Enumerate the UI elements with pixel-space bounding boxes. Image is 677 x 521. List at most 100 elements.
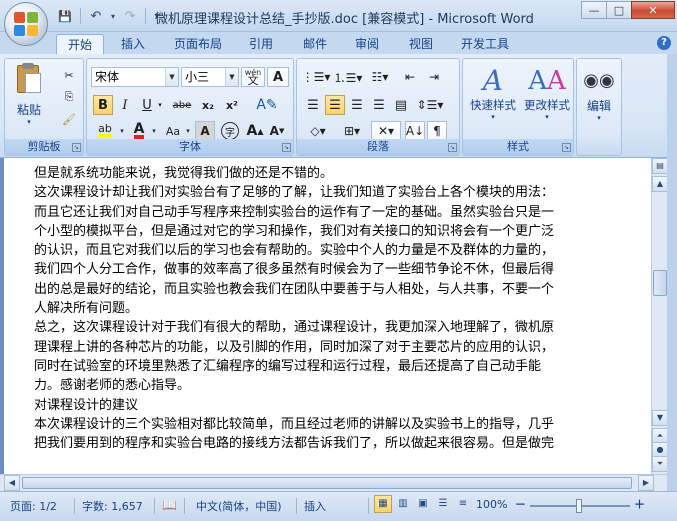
chevron-down-icon[interactable]: ▾	[521, 113, 573, 121]
ruler-toggle-icon[interactable]: ▤	[652, 158, 668, 174]
horizontal-scrollbar[interactable]: ◀ ▶	[0, 474, 667, 491]
decrease-indent-icon[interactable]: ⇤	[399, 67, 421, 87]
quick-access-toolbar: 💾 ↶ ▾ ↷ ▾	[55, 6, 163, 26]
tab-mailings[interactable]: 邮件	[292, 34, 338, 54]
enclose-characters-icon: 字	[221, 122, 239, 140]
zoom-level[interactable]: 100%	[476, 498, 507, 511]
character-shading-button[interactable]: A	[195, 121, 215, 141]
change-case-button[interactable]: Aa	[161, 121, 185, 141]
print-layout-view-icon[interactable]: ▦	[374, 495, 392, 513]
vertical-scrollbar[interactable]: ▤ ▲ ▼ ⏶ ● ⏷	[651, 158, 668, 474]
next-page-icon[interactable]: ⏷	[652, 456, 668, 472]
help-icon[interactable]: ?	[657, 36, 671, 50]
close-button[interactable]: ✕	[631, 1, 675, 19]
chinese-layout-icon[interactable]: ✕▾	[371, 121, 401, 141]
align-right-icon[interactable]: ☰	[347, 95, 367, 115]
tab-insert[interactable]: 插入	[110, 34, 156, 54]
full-screen-reading-icon[interactable]: ▥	[394, 495, 412, 513]
tab-review[interactable]: 审阅	[344, 34, 390, 54]
change-case-dropdown-icon[interactable]: ▾	[183, 121, 193, 141]
proofing-icon[interactable]: 📖	[162, 498, 177, 512]
font-size-combo[interactable]: 小三 ▼	[181, 67, 239, 87]
redo-icon[interactable]: ↷	[120, 6, 140, 26]
subscript-button[interactable]: x₂	[197, 95, 219, 115]
line-spacing-icon[interactable]: ⇕☰▾	[415, 95, 445, 115]
scroll-down-icon[interactable]: ▼	[652, 410, 668, 426]
scroll-left-icon[interactable]: ◀	[4, 475, 20, 491]
paragraph-launcher-icon[interactable]: ↘	[448, 143, 457, 152]
align-center-icon[interactable]: ☰	[325, 95, 345, 115]
format-painter-icon[interactable]: 🖌	[59, 109, 79, 129]
multilevel-list-icon[interactable]: ☷▾	[365, 67, 395, 87]
bullets-icon[interactable]: ⋮☰▾	[301, 67, 331, 87]
chevron-down-icon[interactable]: ▾	[467, 113, 519, 121]
page-count[interactable]: 页面: 1/2	[10, 498, 57, 514]
scroll-right-icon[interactable]: ▶	[638, 475, 654, 491]
enclose-characters-button[interactable]: 字	[219, 121, 241, 141]
sort-icon[interactable]: A↓	[405, 121, 425, 141]
maximize-button[interactable]: □	[606, 1, 632, 19]
font-name-combo[interactable]: 宋体 ▼	[91, 67, 179, 87]
justify-icon[interactable]: ☰	[369, 95, 389, 115]
clipboard-launcher-icon[interactable]: ↘	[72, 143, 81, 152]
scroll-up-icon[interactable]: ▲	[652, 176, 668, 192]
copy-icon[interactable]: ⎘	[59, 87, 79, 107]
vertical-scroll-thumb[interactable]	[653, 270, 667, 296]
editing-button[interactable]: ◉◉ 编辑 ▾	[579, 65, 619, 122]
draft-view-icon[interactable]: ≡	[454, 495, 472, 513]
distributed-icon[interactable]: ▤	[391, 95, 411, 115]
borders-icon[interactable]: ⊞▾	[337, 121, 367, 141]
character-border-button[interactable]: A	[267, 67, 289, 87]
document-page[interactable]: 但是就系统功能来说，我觉得我们做的还是不错的。 这次课程设计却让我们对实验台有了…	[0, 158, 651, 474]
chevron-down-icon[interactable]: ▼	[165, 68, 178, 86]
quick-styles-button[interactable]: A 快速样式 ▾	[467, 65, 519, 122]
tab-references[interactable]: 引用	[238, 34, 284, 54]
highlight-dropdown-icon[interactable]: ▾	[117, 121, 127, 141]
strikethrough-button[interactable]: abe	[169, 95, 195, 115]
clear-formatting-icon[interactable]: A✎	[247, 95, 287, 115]
font-launcher-icon[interactable]: ↘	[282, 143, 291, 152]
undo-dropdown-icon[interactable]: ▾	[108, 6, 118, 26]
save-icon[interactable]: 💾	[55, 6, 75, 26]
grow-font-button[interactable]: A ▲	[245, 121, 265, 141]
word-count[interactable]: 字数: 1,657	[82, 498, 143, 514]
horizontal-scroll-thumb[interactable]	[22, 477, 632, 489]
web-layout-icon[interactable]: ▣	[414, 495, 432, 513]
paste-button[interactable]: 粘贴 ▾	[9, 63, 49, 126]
shading-icon[interactable]: ◇▾	[303, 121, 333, 141]
styles-launcher-icon[interactable]: ↘	[562, 143, 571, 152]
document-body[interactable]: 但是就系统功能来说，我觉得我们做的还是不错的。 这次课程设计却让我们对实验台有了…	[34, 164, 594, 453]
cut-icon[interactable]: ✂	[59, 65, 79, 85]
minimize-button[interactable]: —	[581, 1, 607, 19]
language-indicator[interactable]: 中文(简体，中国)	[196, 498, 282, 514]
zoom-out-button[interactable]: －	[515, 496, 526, 512]
undo-icon[interactable]: ↶	[86, 6, 106, 26]
outline-view-icon[interactable]: ☰	[434, 495, 452, 513]
zoom-slider-thumb[interactable]	[576, 499, 582, 513]
font-color-button[interactable]: A	[129, 121, 149, 141]
numbering-icon[interactable]: ⒈☰▾	[333, 67, 363, 87]
tab-home[interactable]: 开始	[56, 34, 105, 54]
underline-button[interactable]: U	[137, 95, 157, 115]
font-color-dropdown-icon[interactable]: ▾	[149, 121, 159, 141]
tab-developer[interactable]: 开发工具	[450, 34, 520, 54]
tab-view[interactable]: 视图	[398, 34, 444, 54]
italic-button[interactable]: I	[115, 95, 135, 115]
office-button[interactable]	[4, 2, 48, 46]
insert-mode[interactable]: 插入	[304, 498, 326, 514]
highlight-button[interactable]: ab	[93, 121, 117, 141]
superscript-button[interactable]: x²	[221, 95, 243, 115]
tab-page-layout[interactable]: 页面布局	[163, 34, 233, 54]
zoom-in-button[interactable]: ＋	[634, 496, 645, 512]
increase-indent-icon[interactable]: ⇥	[423, 67, 445, 87]
paste-dropdown-icon[interactable]: ▾	[9, 118, 49, 126]
change-styles-button[interactable]: AA 更改样式 ▾	[521, 65, 573, 121]
chevron-down-icon[interactable]: ▼	[225, 68, 238, 86]
bold-button[interactable]: B	[93, 95, 113, 115]
phonetic-guide-button[interactable]: wén 文	[241, 67, 265, 87]
underline-dropdown-icon[interactable]: ▾	[155, 95, 165, 115]
align-left-icon[interactable]: ☰	[303, 95, 323, 115]
show-marks-icon[interactable]: ¶	[427, 121, 447, 141]
shrink-font-button[interactable]: A ▼	[267, 121, 287, 141]
chevron-down-icon[interactable]: ▾	[579, 114, 619, 122]
